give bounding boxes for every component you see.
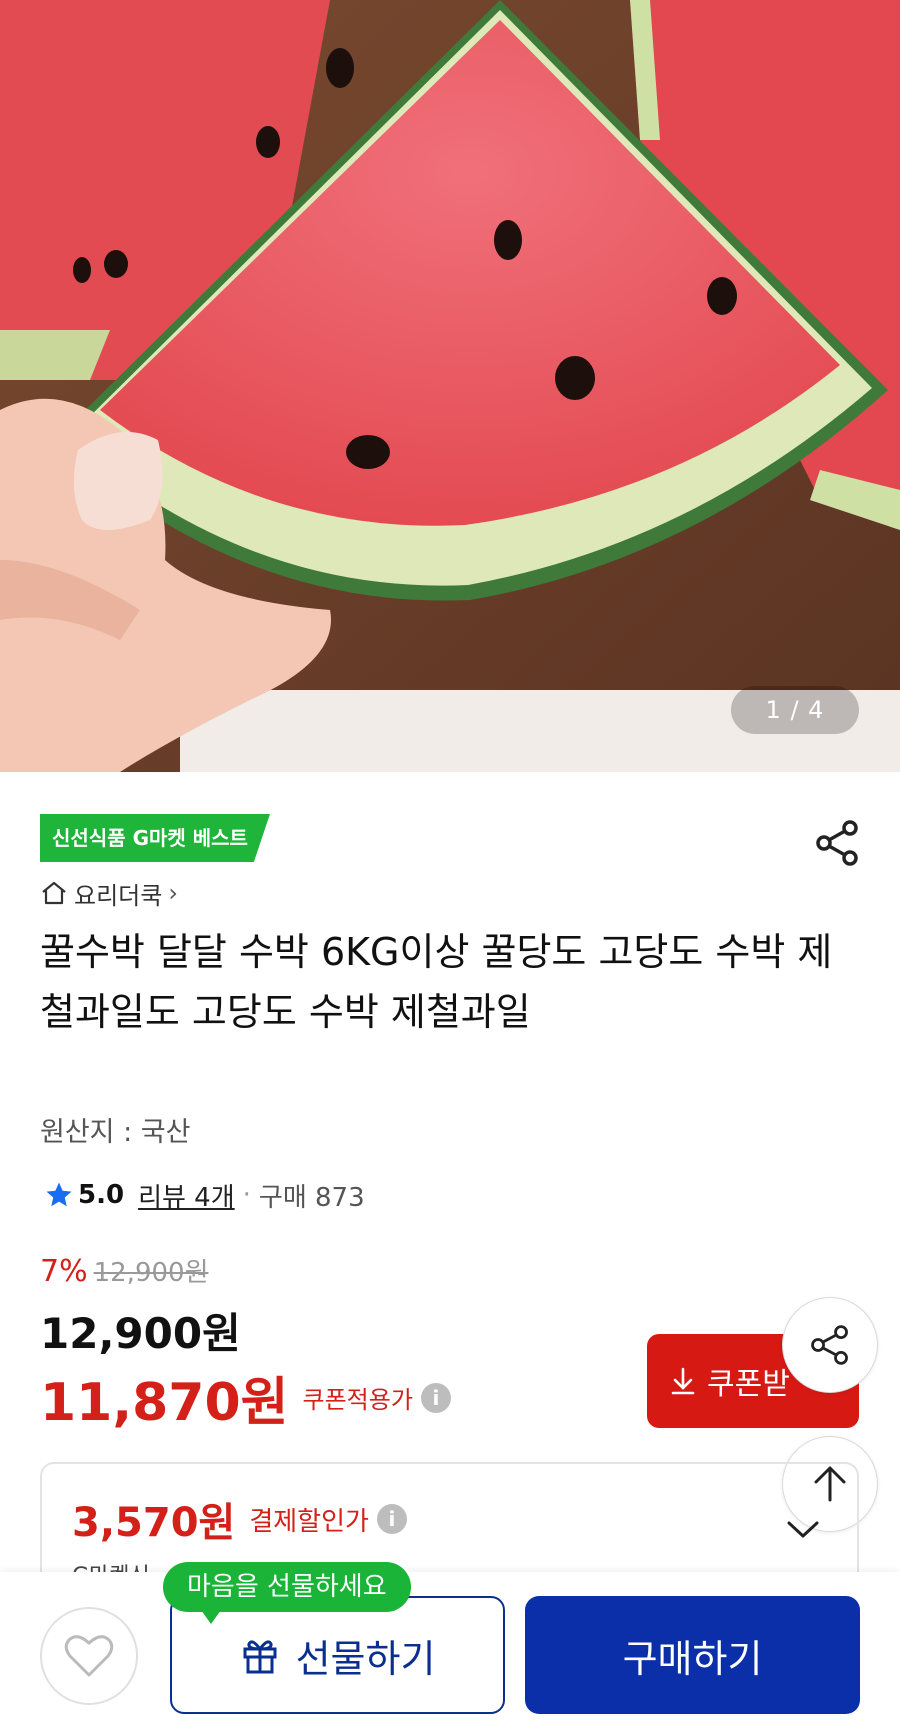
separator-dot: · bbox=[242, 1180, 251, 1210]
store-link[interactable]: 요리더쿡 › bbox=[40, 876, 178, 910]
share-icon bbox=[811, 1325, 848, 1365]
image-counter: 1 / 4 bbox=[731, 686, 859, 734]
info-icon[interactable]: i bbox=[420, 1382, 451, 1413]
coupon-button-label: 쿠폰받 bbox=[707, 1367, 790, 1402]
payment-discount-label: 결제할인가 bbox=[249, 1506, 369, 1537]
chevron-down-icon[interactable] bbox=[786, 1520, 820, 1540]
purchase-count: 구매 873 bbox=[258, 1182, 365, 1213]
original-price: 12,900원 bbox=[93, 1258, 209, 1288]
floating-share-button[interactable] bbox=[782, 1297, 878, 1393]
share-icon bbox=[816, 820, 858, 866]
watermelon-photo bbox=[0, 0, 900, 772]
coupon-price-label: 쿠폰적용가 bbox=[302, 1386, 413, 1414]
info-icon[interactable]: i bbox=[376, 1504, 407, 1534]
rating-row: 5.0 리뷰 4개 · 구매 873 bbox=[44, 1175, 365, 1215]
home-icon bbox=[42, 881, 66, 905]
buy-button[interactable]: 구매하기 bbox=[525, 1596, 860, 1714]
store-name: 요리더쿡 bbox=[74, 881, 163, 910]
discount-row: 7% 12,900원 bbox=[40, 1252, 209, 1289]
rating-score: 5.0 bbox=[78, 1180, 125, 1210]
payment-discount-price: 3,570원 bbox=[72, 1500, 236, 1546]
product-image[interactable]: 1 / 4 bbox=[0, 0, 900, 772]
heart-icon bbox=[64, 1635, 114, 1677]
star-icon bbox=[46, 1182, 72, 1207]
share-button[interactable] bbox=[812, 818, 862, 868]
coupon-price: 11,870원 bbox=[40, 1373, 289, 1433]
coupon-price-row: 11,870원 쿠폰적용가 i bbox=[40, 1360, 451, 1435]
wishlist-button[interactable] bbox=[40, 1607, 138, 1705]
gift-button-label: 선물하기 bbox=[295, 1636, 436, 1681]
sale-price: 12,900원 bbox=[40, 1309, 241, 1358]
product-title: 꿀수박 달달 수박 6KG이상 꿀당도 고당도 수박 제철과일도 고당도 수박 … bbox=[40, 930, 833, 1034]
chevron-right-icon: › bbox=[168, 879, 178, 907]
origin-text: 원산지 : 국산 bbox=[40, 1117, 191, 1148]
download-icon bbox=[671, 1367, 695, 1395]
gift-icon bbox=[243, 1640, 277, 1674]
review-link[interactable]: 리뷰 4개 bbox=[138, 1177, 235, 1214]
gift-tooltip: 마음을 선물하세요 bbox=[163, 1562, 411, 1624]
payment-discount-row: 3,570원 결제할인가 i bbox=[72, 1490, 407, 1548]
best-badge: 신선식품 G마켓 베스트 bbox=[40, 814, 270, 862]
discount-rate: 7% bbox=[40, 1254, 88, 1289]
